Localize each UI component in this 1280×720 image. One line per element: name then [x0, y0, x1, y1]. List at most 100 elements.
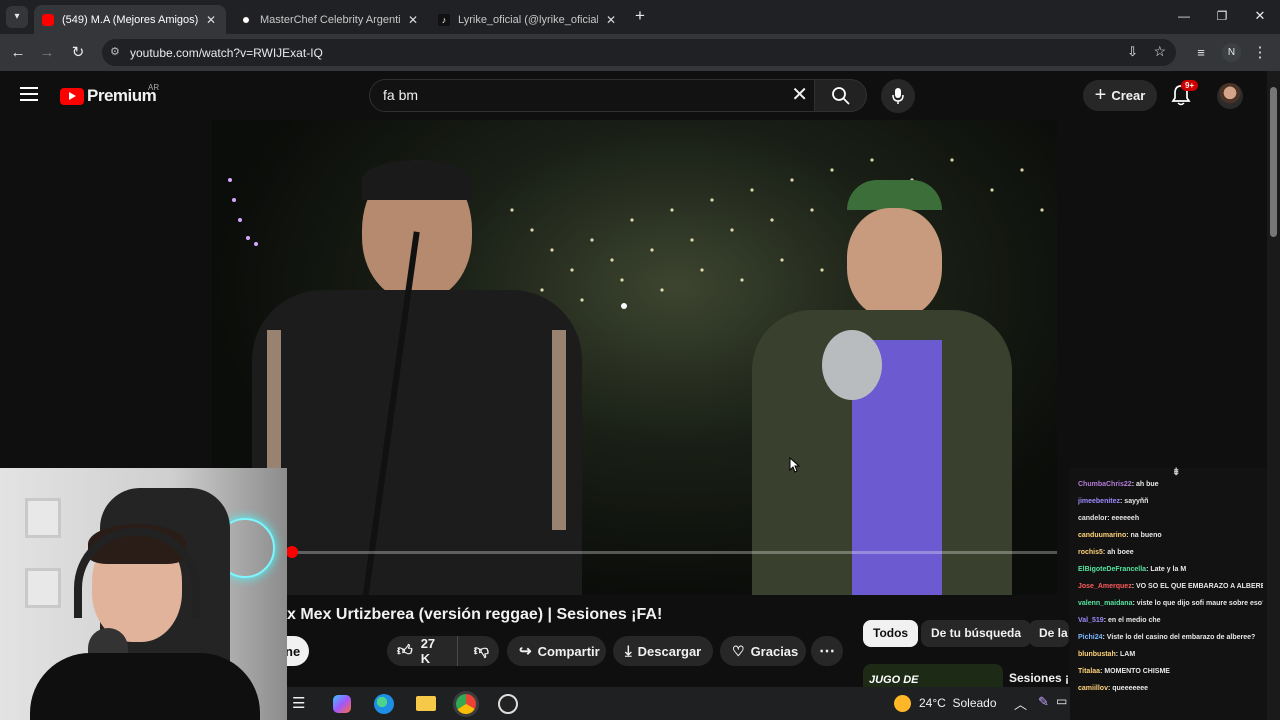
more-horizontal-icon: ⋯ — [819, 643, 835, 660]
address-bar[interactable]: ⚙ youtube.com/watch?v=RWIJExat-IQ ⇩ ☆ — [102, 39, 1176, 66]
search-query: fa bm — [383, 87, 419, 103]
chat-message: Jose_Amerquez: VO SO EL QUE EMBARAZO A A… — [1078, 578, 1263, 595]
scrollbar-thumb[interactable] — [1270, 87, 1277, 237]
restore-icon[interactable]: ❐ — [1211, 5, 1233, 27]
youtube-header: Premium AR fa bm ✕ + Crear 9+ — [0, 71, 1267, 120]
site-info-icon[interactable]: ⚙ — [110, 45, 120, 58]
tab-masterchef[interactable]: MasterChef Celebrity Argentina ✕ — [232, 5, 428, 34]
sun-weather-icon — [894, 695, 911, 712]
chat-text: Late y la M — [1150, 566, 1187, 573]
chevron-up-icon[interactable]: ︿ — [1014, 694, 1027, 713]
chat-message: camiillov: queeeeeee — [1078, 685, 1149, 692]
back-icon[interactable]: ← — [7, 42, 29, 64]
close-tab-icon[interactable]: ✕ — [204, 13, 218, 27]
more-actions-button[interactable]: ⋯ — [811, 636, 843, 666]
tray-device-icon[interactable]: ▭ — [1056, 694, 1067, 708]
create-label: Crear — [1111, 88, 1146, 103]
reload-icon[interactable]: ↻ — [67, 42, 89, 64]
search-icon — [832, 87, 850, 105]
chat-username[interactable]: ChumbaChris22 — [1078, 481, 1132, 488]
chat-username[interactable]: camiillov — [1078, 685, 1108, 692]
like-button[interactable]: 👍︎ 27 K — [387, 636, 458, 666]
progress-bar-track[interactable] — [212, 546, 1057, 558]
heart-dollar-icon: ♡ — [732, 642, 745, 659]
chat-text: queeeeeee — [1112, 685, 1149, 692]
chat-username[interactable]: valenn_maidana — [1078, 600, 1132, 607]
tab-youtube[interactable]: (549) M.A (Mejores Amigos) - B ✕ — [34, 5, 226, 34]
chat-username[interactable]: rochis5 — [1078, 549, 1103, 556]
thanks-button[interactable]: ♡ Gracias — [720, 636, 806, 666]
chip-from-channel[interactable]: De la — [1029, 620, 1069, 647]
notifications-button[interactable]: 9+ — [1171, 80, 1199, 108]
close-tab-icon[interactable]: ✕ — [604, 13, 618, 27]
pen-icon[interactable]: ✎ — [1038, 694, 1049, 710]
minimize-icon[interactable]: — — [1173, 5, 1195, 27]
clear-search-icon[interactable]: ✕ — [791, 80, 808, 111]
chat-text: VO SO EL QUE EMBARAZO A ALBERE — [1135, 583, 1263, 590]
plus-icon: + — [1094, 84, 1107, 106]
account-avatar[interactable] — [1217, 83, 1243, 109]
chat-username[interactable]: Pichi24 — [1078, 634, 1103, 641]
chat-username[interactable]: ElBigoteDeFrancella — [1078, 566, 1146, 573]
chip-all[interactable]: Todos — [863, 620, 919, 647]
chat-username[interactable]: Val_519 — [1078, 617, 1104, 624]
like-count: 27 K — [420, 636, 436, 666]
video-player[interactable] — [212, 120, 1057, 595]
forward-icon[interactable]: → — [36, 42, 58, 64]
task-view-icon[interactable]: ☰ — [292, 694, 305, 712]
download-label: Descargar — [637, 643, 702, 659]
tiktok-favicon-icon: ♪ — [438, 13, 450, 26]
voice-search-button[interactable] — [881, 79, 915, 113]
thanks-label: Gracias — [750, 643, 799, 659]
browser-menu-icon[interactable]: ⋮ — [1249, 42, 1271, 64]
search-input[interactable]: fa bm ✕ — [369, 79, 815, 112]
like-dislike-group: 👍︎ 27 K 👎︎ — [387, 636, 499, 666]
chat-username[interactable]: blunbustah — [1078, 651, 1116, 658]
bookmark-star-icon[interactable]: ☆ — [1153, 43, 1166, 60]
hamburger-menu-icon[interactable] — [20, 87, 38, 101]
windows-taskbar: ☰ 24°C Soleado ︿ ✎ ▭ — [287, 687, 1070, 720]
chrome-icon[interactable] — [456, 694, 476, 714]
chat-username[interactable]: canduumarino — [1078, 532, 1126, 539]
chat-text: LAM — [1120, 651, 1136, 658]
chat-text: Viste lo del casino del embarazo de albe… — [1106, 634, 1256, 641]
chat-message: Titalaa: MOMENTO CHISME — [1078, 668, 1170, 675]
close-tab-icon[interactable]: ✕ — [406, 13, 420, 27]
close-window-icon[interactable]: ✕ — [1249, 5, 1271, 27]
thumbnail-text: JUGO DE — [869, 674, 919, 686]
chat-header-arrow-icon[interactable]: ⇟ — [1172, 464, 1180, 481]
page-scrollbar[interactable] — [1267, 71, 1280, 720]
chat-username[interactable]: Jose_Amerquez — [1078, 583, 1132, 590]
copilot-icon[interactable] — [333, 695, 351, 713]
tab-search-dropdown[interactable]: ▾ — [6, 6, 28, 28]
chat-username[interactable]: jimeebenitez — [1078, 498, 1120, 505]
media-controls-icon[interactable]: ≡ — [1190, 42, 1212, 64]
dislike-button[interactable]: 👎︎ — [464, 642, 499, 660]
streamer-shirt — [30, 653, 260, 720]
create-button[interactable]: + Crear — [1083, 80, 1157, 111]
share-button[interactable]: ↪ Compartir — [507, 636, 606, 666]
new-tab-button[interactable]: + — [629, 5, 651, 27]
notification-count-badge: 9+ — [1181, 80, 1199, 91]
youtube-logo[interactable]: Premium AR — [60, 83, 159, 106]
profile-avatar[interactable]: N — [1222, 43, 1241, 62]
install-app-icon[interactable]: ⇩ — [1127, 44, 1138, 60]
url-text: youtube.com/watch?v=RWIJExat-IQ — [130, 45, 323, 60]
chat-text: ah boee — [1107, 549, 1134, 556]
chip-from-search[interactable]: De tu búsqueda — [921, 620, 1032, 647]
file-explorer-icon[interactable] — [416, 696, 436, 711]
thumbs-up-icon: 👍︎ — [397, 642, 413, 659]
streamer-webcam — [0, 468, 287, 720]
edge-browser-icon[interactable] — [374, 694, 394, 714]
chat-username[interactable]: Titalaa — [1078, 668, 1100, 675]
search-button[interactable] — [815, 79, 867, 112]
obs-recorder-icon[interactable] — [498, 694, 518, 714]
download-button[interactable]: ⤓ Descargar — [613, 636, 713, 666]
related-video-thumbnail[interactable]: JUGO DE — [863, 664, 1003, 687]
weather-text[interactable]: 24°C Soleado — [919, 696, 997, 710]
youtube-play-logo-icon — [60, 87, 84, 105]
tab-tiktok[interactable]: ♪ Lyrike_oficial (@lyrike_oficial) | T ✕ — [430, 5, 626, 34]
chat-username[interactable]: candelor — [1078, 515, 1107, 522]
related-video-title[interactable]: Sesiones ¡F — [1009, 671, 1069, 685]
share-arrow-icon: ↪ — [519, 643, 532, 660]
